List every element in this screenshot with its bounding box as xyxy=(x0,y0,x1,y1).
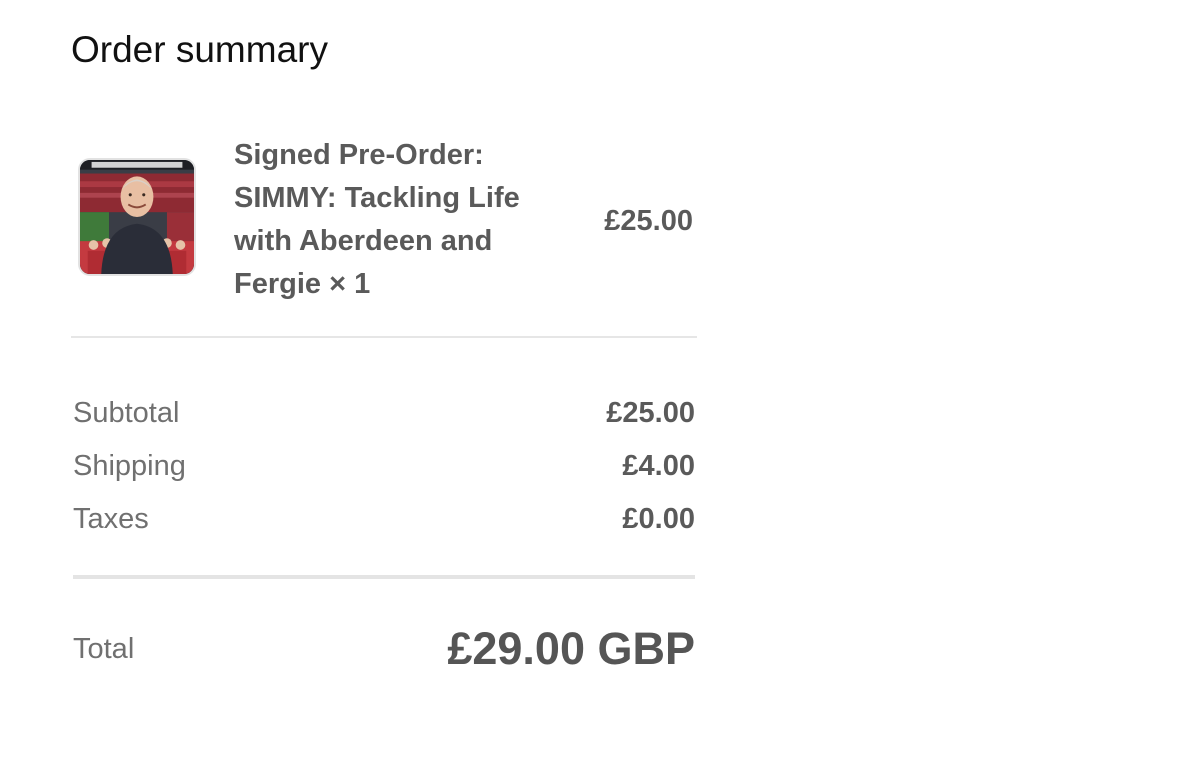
shipping-label: Shipping xyxy=(73,450,186,482)
grand-total-label: Total xyxy=(73,632,135,665)
subtotal-label: Subtotal xyxy=(73,397,180,429)
cost-breakdown: Subtotal £25.00 Shipping £4.00 Taxes £0.… xyxy=(73,387,695,546)
page-title: Order summary xyxy=(71,29,328,70)
book-cover-image xyxy=(80,160,194,274)
product-line-item: Signed Pre-Order: SIMMY: Tackling Life w… xyxy=(71,134,697,304)
product-name: Signed Pre-Order: SIMMY: Tackling Life w… xyxy=(234,139,520,300)
shipping-row: Shipping £4.00 xyxy=(73,440,695,493)
total-divider xyxy=(73,575,695,579)
product-thumbnail xyxy=(78,158,196,276)
subtotal-value: £25.00 xyxy=(606,397,695,429)
grand-total-row: Total £29.00 GBP xyxy=(73,618,695,680)
taxes-row: Taxes £0.00 xyxy=(73,493,695,546)
taxes-value: £0.00 xyxy=(622,503,695,535)
product-price: £25.00 xyxy=(604,205,693,237)
grand-total-value: £29.00 GBP xyxy=(447,623,695,674)
subtotal-row: Subtotal £25.00 xyxy=(73,387,695,440)
shipping-value: £4.00 xyxy=(622,450,695,482)
section-divider xyxy=(71,336,697,338)
taxes-label: Taxes xyxy=(73,503,149,535)
